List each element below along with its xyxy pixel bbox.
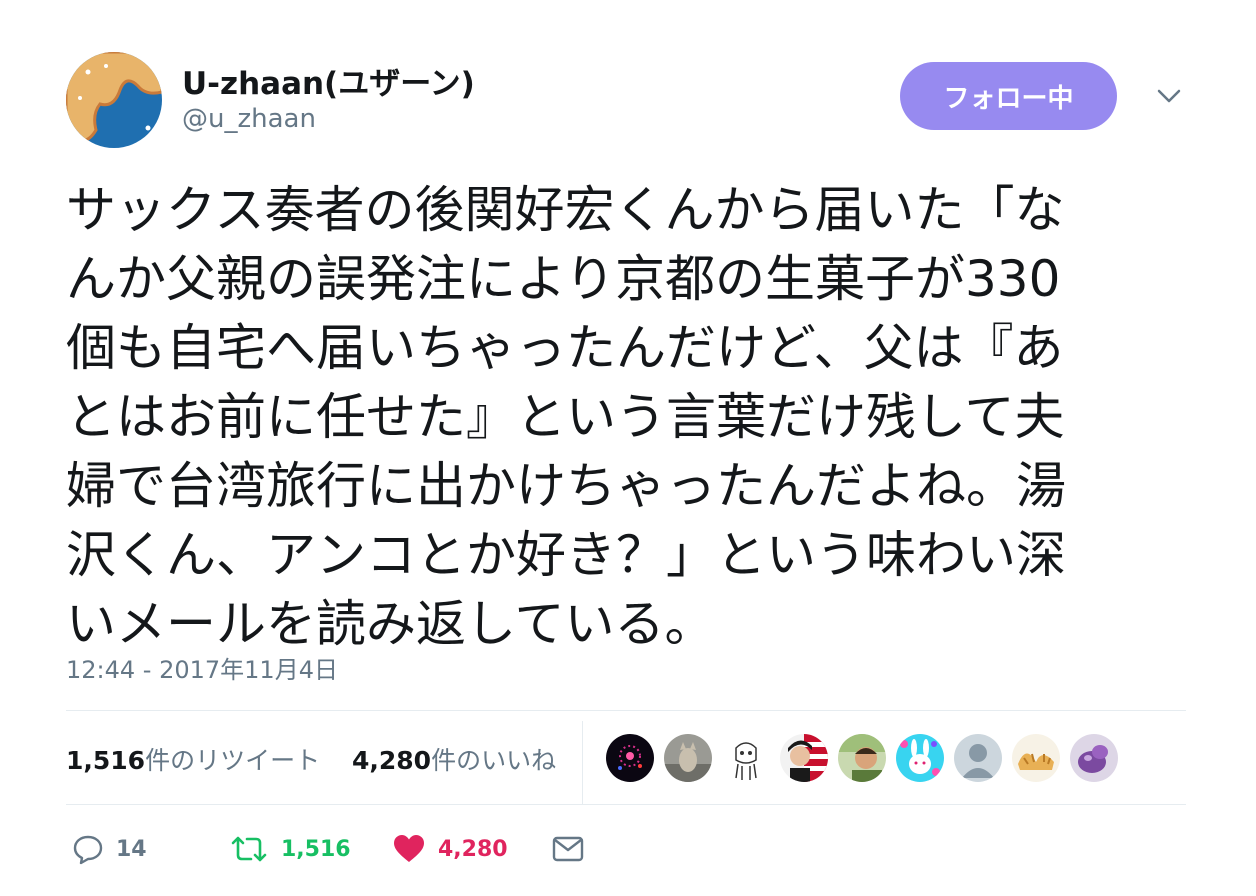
- reply-icon: [73, 835, 103, 865]
- retweet-icon: [231, 836, 267, 862]
- like-stat[interactable]: 4,280件のいいね: [352, 741, 556, 777]
- liker-avatar[interactable]: [838, 734, 886, 782]
- reply-count: 14: [116, 836, 147, 862]
- divider: [66, 804, 1186, 805]
- display-name[interactable]: U-zhaan(ユザーン): [182, 58, 475, 103]
- retweet-stat-count: 1,516: [66, 746, 146, 775]
- heart-icon: [394, 835, 424, 862]
- stats-divider: [582, 721, 583, 804]
- liker-avatar[interactable]: [664, 734, 712, 782]
- liker-avatar[interactable]: [780, 734, 828, 782]
- like-stat-label: 件のいいね: [431, 746, 557, 775]
- liker-avatar[interactable]: [896, 734, 944, 782]
- tweet-line: 個も自宅へ届いちゃったんだけど、父は『あ: [66, 319, 1064, 377]
- chevron-down-icon[interactable]: [1155, 86, 1183, 106]
- like-count: 4,280: [438, 836, 508, 862]
- divider: [66, 710, 1186, 711]
- liker-avatar[interactable]: [1012, 734, 1060, 782]
- like-stat-count: 4,280: [352, 746, 432, 775]
- retweet-stat-label: 件のリツイート: [145, 746, 321, 775]
- like-button[interactable]: 4,280: [392, 832, 508, 866]
- tweet-line: んか父親の誤発注により京都の生菓子が330: [66, 250, 1061, 308]
- liker-avatar[interactable]: [954, 734, 1002, 782]
- tweet-line: サックス奏者の後関好宏くんから届いた「な: [66, 181, 1065, 239]
- liker-avatar[interactable]: [722, 734, 770, 782]
- retweet-button[interactable]: 1,516: [229, 832, 351, 866]
- tweet-text: サックス奏者の後関好宏くんから届いた「な んか父親の誤発注により京都の生菓子が3…: [66, 176, 1186, 659]
- direct-message-button[interactable]: [552, 832, 584, 866]
- envelope-icon: [552, 836, 584, 862]
- tweet-line: いメールを読み返している。: [66, 595, 715, 653]
- tweet-line: 沢くん、アンコとか好き？」という味わい深: [66, 526, 1066, 584]
- liker-avatar[interactable]: [606, 734, 654, 782]
- reply-button[interactable]: 14: [72, 832, 147, 866]
- username[interactable]: @u_zhaan: [182, 104, 316, 134]
- profile-avatar[interactable]: [66, 52, 162, 148]
- tweet-line: 婦で台湾旅行に出かけちゃったんだよね。湯: [66, 457, 1066, 515]
- retweet-count: 1,516: [281, 836, 351, 862]
- retweet-stat[interactable]: 1,516件のリツイート: [66, 741, 320, 777]
- tweet-timestamp[interactable]: 12:44 - 2017年11月4日: [66, 650, 338, 685]
- liker-avatar[interactable]: [1070, 734, 1118, 782]
- follow-button[interactable]: フォロー中: [900, 62, 1117, 130]
- tweet-line: とはお前に任せた』という言葉だけ残して夫: [66, 388, 1065, 446]
